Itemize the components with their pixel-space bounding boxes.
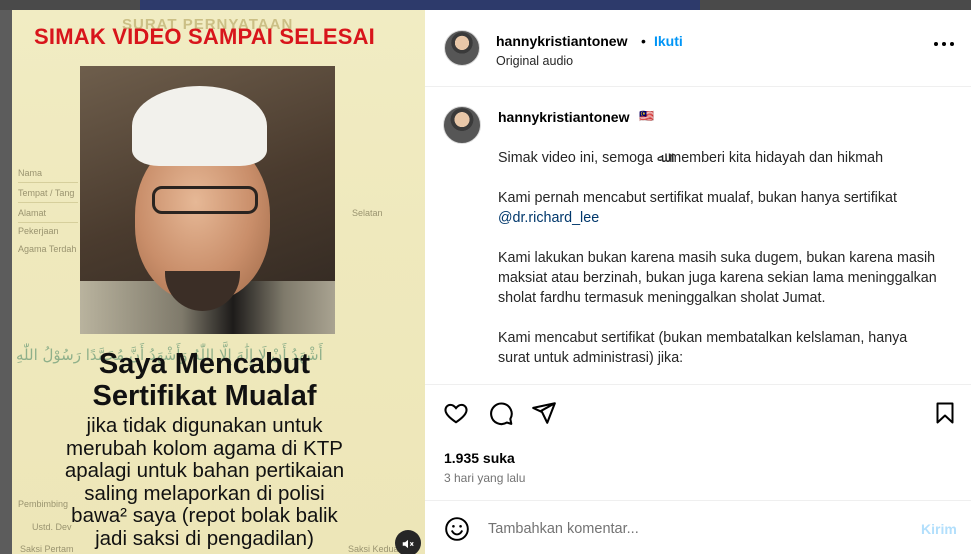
doc-field: Alamat: [18, 208, 47, 218]
caption-user-badge: 🇲🇾: [639, 109, 654, 123]
video-caption-line: merubah kolom agama di KTP: [66, 436, 343, 460]
heart-icon: [444, 403, 468, 424]
doc-field: Tempat / Tang: [18, 188, 75, 198]
video-caption-line: apalagi untuk bahan pertikaian: [64, 459, 345, 482]
comment-input[interactable]: Tambahkan komentar...: [488, 521, 639, 537]
share-button[interactable]: [531, 400, 559, 428]
comment-divider: [425, 500, 971, 501]
mention-link[interactable]: @dr.richard_lee: [498, 210, 599, 226]
post-timestamp[interactable]: 3 hari yang lalu: [444, 471, 525, 485]
caption-divider: [425, 384, 971, 385]
backdrop-bar: [140, 0, 700, 10]
send-icon: [532, 402, 556, 424]
more-dot: [934, 42, 938, 46]
post-comment-button[interactable]: Kirim: [921, 521, 957, 537]
video-caption-line: jadi saksi di pengadilan): [95, 526, 314, 550]
like-button[interactable]: [443, 400, 471, 428]
doc-field: Nama: [18, 168, 43, 178]
page-backdrop: [0, 0, 971, 10]
emoji-button[interactable]: [444, 516, 470, 542]
header-divider: [425, 86, 971, 87]
author-username[interactable]: hannykristiantonew: [496, 33, 627, 49]
speaker-muted-icon: [402, 539, 414, 548]
separator-dot: •: [641, 33, 646, 49]
portrait-glasses: [152, 186, 258, 214]
bookmark-icon: [936, 402, 954, 424]
follow-button[interactable]: Ikuti: [654, 33, 683, 49]
caption-username[interactable]: hannykristiantonew: [498, 109, 629, 125]
action-bar: [425, 400, 971, 436]
caption-text: Simak video ini, semoga ﷲ memberi kita h…: [498, 148, 938, 388]
caption-avatar[interactable]: [443, 106, 481, 144]
save-button[interactable]: [933, 400, 961, 428]
caption-paragraph: Kami lakukan bukan karena masih suka dug…: [498, 250, 937, 306]
portrait-cap: [132, 86, 267, 166]
video-headline: SIMAK VIDEO SAMPAI SELESAI: [34, 24, 375, 49]
doc-field: Selatan: [352, 208, 383, 218]
audio-link[interactable]: Original audio: [496, 54, 573, 68]
reel-video[interactable]: SURAT PERNYATAAN Nama Tempat / Tang Alam…: [12, 10, 425, 554]
doc-line: [18, 202, 78, 203]
doc-line: [18, 222, 78, 223]
author-avatar[interactable]: [444, 30, 480, 66]
smiley-icon: [445, 517, 469, 541]
more-dot: [942, 42, 946, 46]
more-options-icon[interactable]: [934, 38, 954, 50]
video-caption-line: saling melaporkan di polisi: [84, 481, 325, 505]
caption-paragraph-text: Kami pernah mencabut sertifikat mualaf, …: [498, 190, 897, 206]
like-count[interactable]: 1.935 suka: [444, 450, 515, 466]
video-caption-line: bawa² saya (repot bolak balik: [71, 504, 338, 527]
video-caption: Saya Mencabut Sertifikat Mualaf jika tid…: [12, 348, 397, 550]
mute-button[interactable]: [395, 530, 421, 554]
more-dot: [950, 42, 954, 46]
video-caption-body: jika tidak digunakan untuk merubah kolom…: [12, 414, 397, 550]
comment-bubble-icon: [490, 402, 513, 426]
caption-paragraph: Simak video ini, semoga ﷲ memberi kita h…: [498, 150, 884, 166]
caption-paragraph: Kami pernah mencabut sertifikat mualaf, …: [498, 188, 938, 228]
doc-line: [18, 182, 78, 183]
doc-field: Agama Terdah: [18, 244, 77, 254]
post-panel: hannykristiantonew • Ikuti Original audi…: [425, 10, 971, 554]
video-caption-line: jika tidak digunakan untuk: [86, 414, 323, 437]
comment-button[interactable]: [488, 400, 516, 428]
speaker-portrait: [80, 66, 335, 334]
video-caption-title-2: Sertifikat Mualaf: [92, 380, 317, 412]
caption-paragraph: Kami mencabut sertifikat (bukan membatal…: [498, 330, 908, 366]
video-caption-title-1: Saya Mencabut: [98, 348, 311, 380]
doc-field: Pekerjaan: [18, 226, 59, 236]
